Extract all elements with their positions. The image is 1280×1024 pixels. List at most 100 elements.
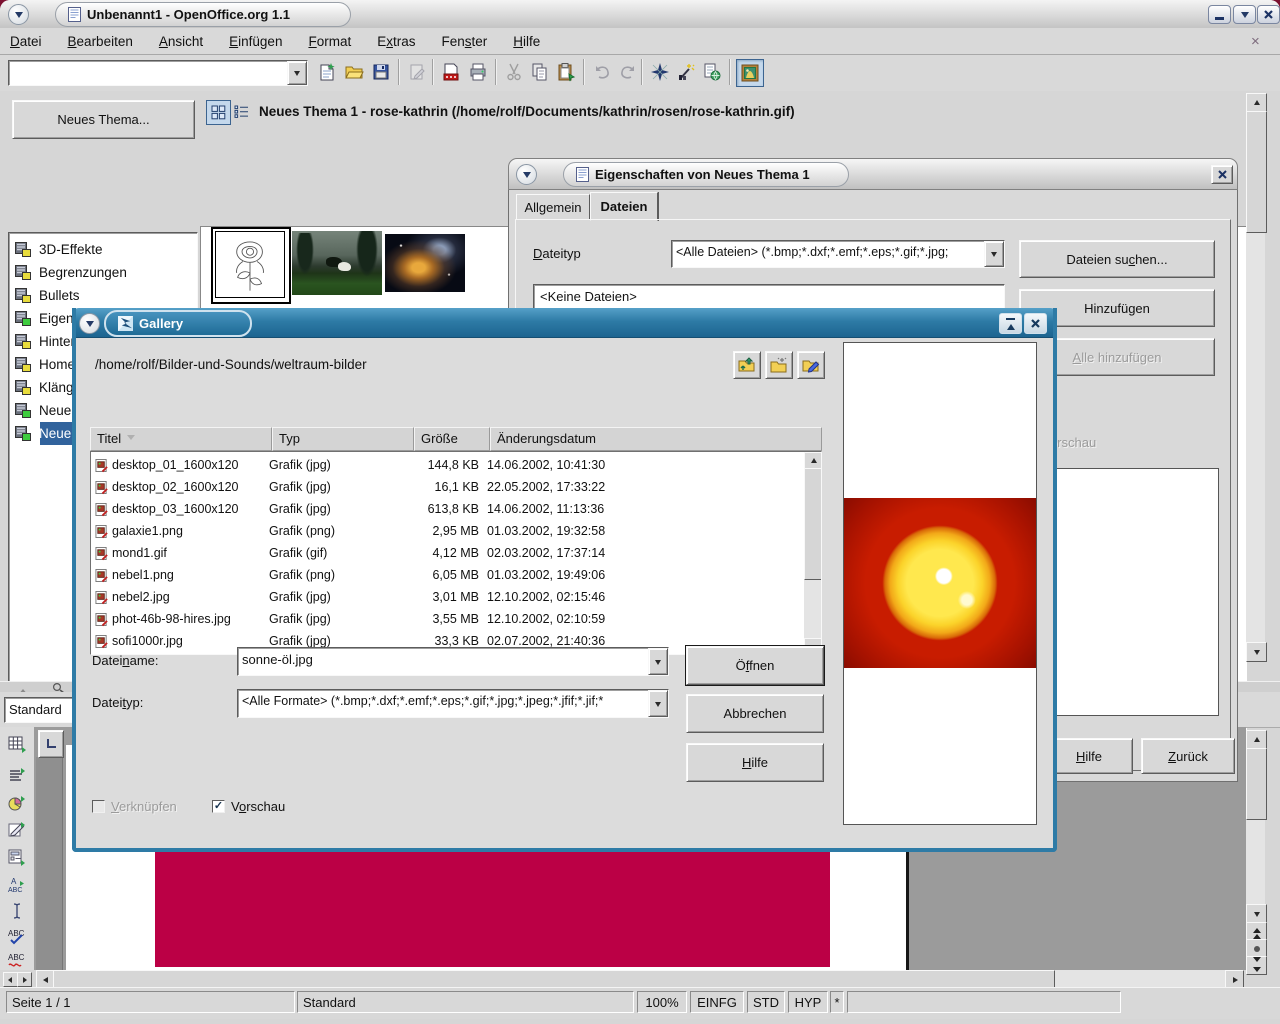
help-button[interactable]: Hilfe bbox=[686, 743, 824, 782]
save-button[interactable] bbox=[368, 59, 394, 85]
export-pdf-button[interactable] bbox=[438, 59, 464, 85]
menu-fenster[interactable]: Fenster bbox=[442, 34, 488, 49]
document-close-icon[interactable]: × bbox=[1251, 33, 1260, 50]
menu-hilfe[interactable]: Hilfe bbox=[513, 34, 540, 49]
document-hscrollbar[interactable] bbox=[36, 970, 1244, 987]
scrollbar-thumb[interactable] bbox=[1246, 111, 1267, 233]
file-list-scrollbar[interactable] bbox=[804, 452, 821, 654]
shade-button[interactable] bbox=[1233, 5, 1256, 24]
gallery-panel-scrollbar[interactable] bbox=[1246, 93, 1265, 660]
properties-dialog-titlebar[interactable]: Eigenschaften von Neues Thema 1 bbox=[508, 158, 1238, 190]
filetype-combobox[interactable]: <Alle Formate> (*.bmp;*.dxf;*.emf;*.eps;… bbox=[237, 689, 669, 718]
thumbnail-nebula[interactable] bbox=[385, 234, 465, 292]
scrollbar-thumb[interactable] bbox=[804, 468, 822, 580]
navigator-button[interactable] bbox=[647, 59, 673, 85]
ruler-corner-button[interactable] bbox=[38, 730, 64, 758]
toolbar-scroll-right-button[interactable] bbox=[17, 972, 32, 987]
window-menu-button[interactable] bbox=[8, 4, 29, 25]
insert-fields-button[interactable] bbox=[5, 764, 29, 788]
scroll-down-button[interactable] bbox=[1246, 642, 1267, 662]
file-list-entry[interactable]: <Keine Dateien> bbox=[534, 285, 1004, 308]
edit-file-button[interactable] bbox=[404, 59, 430, 85]
filetype-combobox[interactable]: <Alle Dateien> (*.bmp;*.dxf;*.emf;*.eps;… bbox=[671, 240, 1005, 268]
file-row[interactable]: desktop_02_1600x120 Grafik (jpg) 16,1 KB… bbox=[91, 476, 804, 498]
hyperlink-button[interactable] bbox=[699, 59, 725, 85]
print-button[interactable] bbox=[465, 59, 491, 85]
menu-bearbeiten[interactable]: Bearbeiten bbox=[68, 34, 133, 49]
autospellcheck-button[interactable]: ABC bbox=[5, 947, 29, 971]
app-titlebar[interactable]: Unbenannt1 - OpenOffice.org 1.1 bbox=[0, 0, 1280, 29]
minimize-button[interactable] bbox=[1208, 5, 1231, 24]
dropdown-button[interactable] bbox=[984, 241, 1004, 267]
file-row[interactable]: desktop_01_1600x120 Grafik (jpg) 144,8 K… bbox=[91, 454, 804, 476]
column-header-aenderungsdatum[interactable]: Änderungsdatum bbox=[490, 427, 822, 451]
dropdown-button[interactable] bbox=[648, 690, 668, 717]
find-files-button[interactable]: Dateien suchen... bbox=[1019, 240, 1215, 278]
list-view-button[interactable] bbox=[230, 100, 253, 123]
thumbnail-rose-selected[interactable] bbox=[211, 227, 291, 304]
link-checkbox[interactable] bbox=[92, 800, 105, 813]
filetype-value[interactable]: <Alle Formate> (*.bmp;*.dxf;*.emf;*.eps;… bbox=[238, 690, 648, 717]
back-button[interactable]: Zurück bbox=[1141, 738, 1235, 774]
toolbar-scroll-left-button[interactable] bbox=[3, 972, 18, 987]
status-page-style[interactable]: Standard bbox=[297, 991, 634, 1013]
rollup-button[interactable] bbox=[516, 164, 537, 185]
icon-view-button[interactable] bbox=[206, 100, 231, 125]
column-header-typ[interactable]: Typ bbox=[272, 427, 414, 451]
status-zoom[interactable]: 100% bbox=[637, 991, 687, 1013]
menu-einfuegen[interactable]: Einfügen bbox=[229, 34, 282, 49]
help-button[interactable]: Hilfe bbox=[1045, 738, 1133, 774]
new-theme-button-frame[interactable]: Neues Thema... bbox=[12, 100, 195, 139]
spellcheck-button[interactable]: ABC bbox=[5, 924, 29, 948]
filename-value[interactable]: sonne-öl.jpg bbox=[238, 648, 648, 675]
file-row[interactable]: galaxie1.png Grafik (png) 2,95 MB 01.03.… bbox=[91, 520, 804, 542]
document-vscrollbar[interactable] bbox=[1246, 730, 1265, 904]
file-row[interactable]: nebel2.jpg Grafik (jpg) 3,01 MB 12.10.20… bbox=[91, 586, 804, 608]
close-button[interactable] bbox=[1211, 165, 1233, 184]
tab-allgemein[interactable]: Allgemein bbox=[516, 194, 590, 220]
insert-object-button[interactable] bbox=[5, 791, 29, 815]
scroll-down-button[interactable] bbox=[1246, 904, 1267, 924]
file-row[interactable]: mond1.gif Grafik (gif) 4,12 MB 02.03.200… bbox=[91, 542, 804, 564]
close-button[interactable] bbox=[1257, 5, 1280, 24]
insert-table-button[interactable] bbox=[5, 732, 29, 756]
url-field[interactable] bbox=[9, 61, 287, 85]
theme-item-3d-effekte[interactable]: 3D-Effekte bbox=[10, 238, 194, 261]
url-combobox[interactable] bbox=[8, 60, 308, 86]
theme-item-bullets[interactable]: Bullets bbox=[10, 284, 194, 307]
undo-button[interactable] bbox=[589, 59, 615, 85]
scroll-up-button[interactable] bbox=[1246, 93, 1267, 113]
tab-dateien[interactable]: Dateien bbox=[590, 192, 658, 221]
menu-datei[interactable]: Datei bbox=[10, 34, 42, 49]
default-directory-button[interactable] bbox=[797, 351, 825, 379]
filetype-value[interactable]: <Alle Dateien> (*.bmp;*.dxf;*.emf;*.eps;… bbox=[672, 241, 984, 267]
autotext-button[interactable]: AABC bbox=[5, 873, 29, 897]
cancel-button[interactable]: Abbrechen bbox=[686, 694, 824, 733]
open-button[interactable] bbox=[341, 59, 367, 85]
redo-button[interactable] bbox=[615, 59, 641, 85]
next-page-button[interactable] bbox=[1246, 956, 1267, 975]
column-header-titel[interactable]: Titel bbox=[90, 427, 272, 451]
dropdown-button[interactable] bbox=[648, 648, 668, 675]
gallery-button[interactable] bbox=[736, 59, 764, 87]
create-new-directory-button[interactable] bbox=[765, 351, 793, 379]
up-one-level-button[interactable] bbox=[733, 351, 761, 379]
scrollbar-thumb[interactable] bbox=[1246, 748, 1267, 820]
draw-functions-button[interactable] bbox=[5, 818, 29, 842]
open-button[interactable]: Öffnen bbox=[686, 646, 824, 685]
copy-button[interactable] bbox=[527, 59, 553, 85]
thumbnail-horses[interactable] bbox=[292, 231, 382, 295]
cut-button[interactable] bbox=[501, 59, 527, 85]
menu-ansicht[interactable]: Ansicht bbox=[159, 34, 203, 49]
preview-checkbox-checked[interactable]: ✓ bbox=[212, 800, 225, 813]
file-table[interactable]: desktop_01_1600x120 Grafik (jpg) 144,8 K… bbox=[90, 451, 822, 655]
status-hyperlink-mode[interactable]: HYP bbox=[788, 991, 828, 1013]
status-insert-mode[interactable]: EINFG bbox=[690, 991, 744, 1013]
wand-button[interactable] bbox=[673, 59, 699, 85]
form-functions-button[interactable] bbox=[5, 845, 29, 869]
paste-button[interactable] bbox=[553, 59, 579, 85]
menu-format[interactable]: Format bbox=[308, 34, 351, 49]
url-dropdown-button[interactable] bbox=[287, 61, 307, 85]
new-document-button[interactable] bbox=[314, 59, 340, 85]
status-selection-mode[interactable]: STD bbox=[747, 991, 785, 1013]
